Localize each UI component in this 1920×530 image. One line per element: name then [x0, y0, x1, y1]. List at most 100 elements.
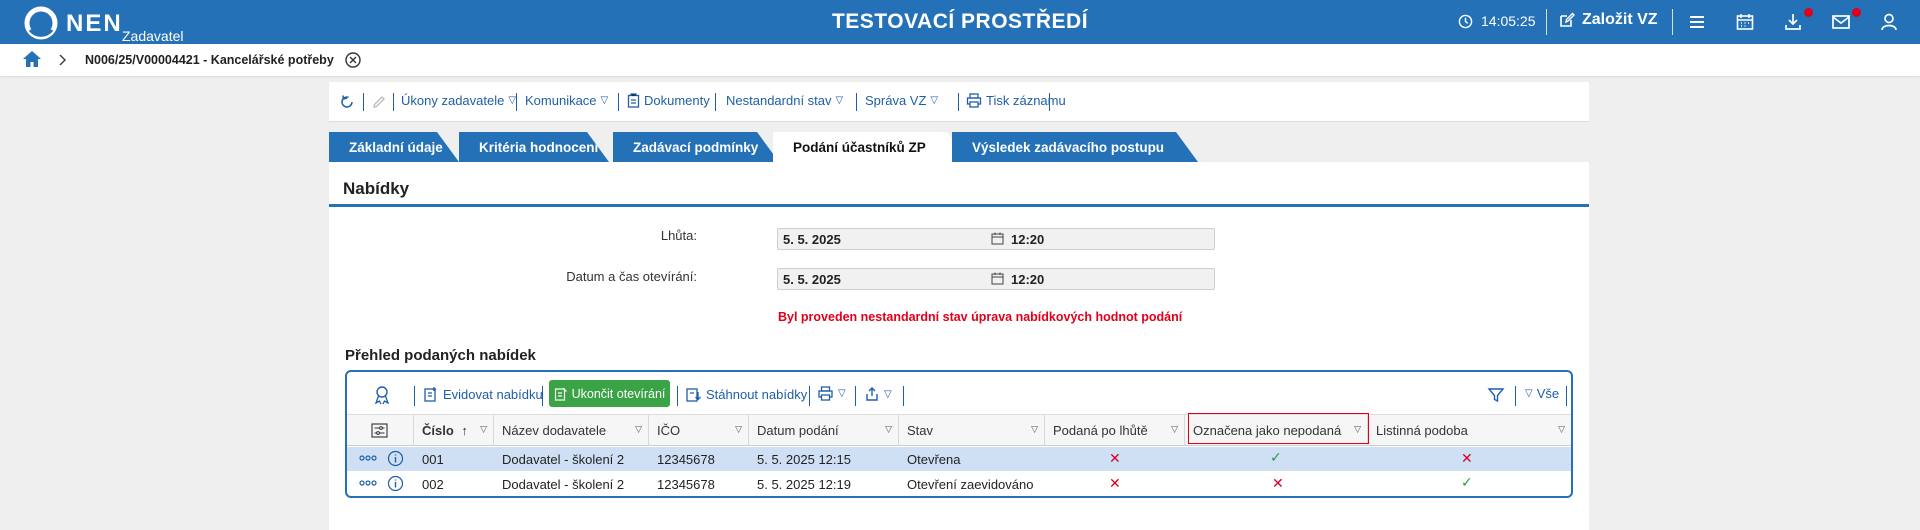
divider	[677, 386, 678, 406]
column-header-listinna[interactable]: Listinná podoba ▽	[1368, 415, 1571, 446]
stav-header-label: Stav	[907, 423, 934, 438]
download-notification-dot	[1804, 8, 1813, 17]
triangle-down-icon: ▽	[508, 95, 517, 106]
divider	[809, 386, 810, 406]
triangle-down-icon: ▽	[838, 388, 846, 399]
divider	[1515, 386, 1516, 406]
user-icon[interactable]	[1878, 11, 1900, 33]
evidovat-label: Evidovat nabídku	[443, 386, 543, 402]
lhuta-label: Lhůta:	[660, 228, 697, 243]
column-filter-icon[interactable]: ▽	[1171, 424, 1178, 435]
column-header-cislo[interactable]: Číslo ↑ ▽	[414, 415, 494, 446]
mail-icon[interactable]	[1830, 11, 1852, 33]
filter-icon[interactable]	[1487, 386, 1505, 404]
tab-vysledek[interactable]: Výsledek zadávacího postupu	[952, 132, 1198, 162]
komunikace-label: Komunikace	[525, 93, 597, 108]
tab-strip: Základní údaje Kritéria hodnocení Zadáva…	[329, 132, 1229, 162]
tisk-label: Tisk záznamu	[986, 93, 1066, 108]
nestandardni-stav-menu[interactable]: Nestandardní stav ▽	[726, 93, 843, 108]
column-settings[interactable]	[347, 415, 414, 446]
column-header-stav[interactable]: Stav ▽	[899, 415, 1045, 446]
nazev-header-label: Název dodavatele	[502, 423, 607, 438]
komunikace-menu[interactable]: Komunikace ▽	[525, 93, 608, 108]
view-all-menu[interactable]: ▽ Vše	[1525, 386, 1559, 401]
column-filter-icon[interactable]: ▽	[1354, 424, 1361, 435]
divider	[1672, 9, 1673, 35]
sprava-vz-menu[interactable]: Správa VZ ▽	[865, 93, 938, 108]
triangle-down-icon: ▽	[600, 95, 609, 106]
dokumenty-button[interactable]: Dokumenty	[627, 93, 710, 108]
tab-podani-ucastniku[interactable]: Podání účastníků ZP	[773, 132, 969, 162]
table-header: Číslo ↑ ▽ Název dodavatele ▽ IČO ▽ Datum…	[347, 414, 1571, 446]
column-header-nepodana[interactable]: Označena jako nepodaná ▽	[1185, 415, 1368, 446]
cell-nazev: Dodavatel - školení 2	[502, 477, 625, 492]
column-filter-icon[interactable]: ▽	[1031, 424, 1038, 435]
logo-subtitle: Zadavatel	[122, 28, 184, 44]
info-icon[interactable]	[387, 475, 404, 495]
column-filter-icon[interactable]: ▽	[735, 424, 742, 435]
close-icon[interactable]	[344, 51, 362, 69]
cross-icon: ✕	[1461, 450, 1473, 466]
stahnout-nabidky-button[interactable]: Stáhnout nabídky	[685, 386, 807, 402]
nepodana-header-label: Označena jako nepodaná	[1193, 423, 1342, 438]
session-clock: 14:05:25	[1458, 13, 1536, 29]
ukony-zadavatele-menu[interactable]: Úkony zadavatele ▽	[401, 93, 516, 108]
divider	[855, 386, 856, 406]
sort-ascending-icon: ↑	[461, 423, 468, 438]
triangle-down-icon: ▽	[930, 95, 939, 106]
triangle-down-icon: ▽	[835, 95, 844, 106]
cross-icon: ✕	[1109, 450, 1121, 466]
download-icon[interactable]	[1782, 11, 1804, 33]
export-icon	[866, 387, 878, 401]
register-offer-icon	[424, 387, 436, 402]
menu-icon[interactable]	[1686, 11, 1708, 33]
download-offers-icon	[686, 388, 701, 402]
tab-zadavaci-podminky[interactable]: Zadávací podmínky	[613, 132, 779, 162]
tab-zakladni-udaje[interactable]: Základní údaje	[329, 132, 459, 162]
row-menu-icon[interactable]	[359, 450, 377, 465]
column-filter-icon[interactable]: ▽	[480, 424, 487, 435]
info-icon[interactable]	[387, 450, 404, 470]
column-header-po-lhute[interactable]: Podaná po lhůtě ▽	[1045, 415, 1185, 446]
print-menu-button[interactable]: ▽	[817, 386, 846, 401]
otevirani-field[interactable]: 5. 5. 2025 12:20	[777, 268, 1215, 290]
ukoncit-otevirani-button[interactable]: Ukončit otevírání	[549, 380, 670, 407]
nestandardni-label: Nestandardní stav	[726, 93, 832, 108]
calendar-icon[interactable]	[1734, 11, 1756, 33]
triangle-down-icon: ▽	[1525, 388, 1533, 399]
dokumenty-label: Dokumenty	[644, 93, 710, 108]
mail-notification-dot	[1852, 8, 1861, 17]
award-icon[interactable]	[373, 385, 391, 405]
export-menu-button[interactable]: ▽	[864, 386, 892, 402]
lhuta-field[interactable]: 5. 5. 2025 12:20	[777, 228, 1215, 250]
vse-label: Vše	[1536, 386, 1560, 401]
title-underline	[329, 204, 1589, 207]
cislo-header-label: Číslo	[422, 423, 454, 438]
evidovat-nabidku-button[interactable]: Evidovat nabídku	[423, 386, 543, 402]
divider	[715, 93, 716, 111]
cell-datum: 5. 5. 2025 12:19	[757, 477, 851, 492]
home-icon[interactable]	[22, 50, 42, 68]
column-filter-icon[interactable]: ▽	[885, 424, 892, 435]
tab-kriteria-hodnoceni[interactable]: Kritéria hodnocení	[459, 132, 609, 162]
ukoncit-label: Ukončit otevírání	[571, 386, 666, 401]
refresh-icon[interactable]	[339, 94, 355, 110]
table-row[interactable]: 002 Dodavatel - školení 2 12345678 5. 5.…	[347, 472, 1571, 496]
column-header-nazev[interactable]: Název dodavatele ▽	[494, 415, 649, 446]
breadcrumb-current[interactable]: N006/25/V00004421 - Kancelářské potřeby	[85, 53, 334, 67]
divider	[856, 93, 857, 111]
column-header-ico[interactable]: IČO ▽	[649, 415, 749, 446]
top-bar: NEN Zadavatel TESTOVACÍ PROSTŘEDÍ 14:05:…	[0, 0, 1920, 44]
clock-time: 14:05:25	[1481, 13, 1536, 29]
column-filter-icon[interactable]: ▽	[1558, 424, 1565, 435]
triangle-down-icon: ▽	[884, 388, 892, 400]
column-filter-icon[interactable]: ▽	[635, 424, 642, 435]
tisk-zaznamu-button[interactable]: Tisk záznamu	[966, 93, 1066, 108]
table-row[interactable]: 001 Dodavatel - školení 2 12345678 5. 5.…	[347, 447, 1571, 471]
row-menu-icon[interactable]	[359, 475, 377, 490]
column-header-datum[interactable]: Datum podání ▽	[749, 415, 899, 446]
po-lhute-header-label: Podaná po lhůtě	[1053, 423, 1148, 438]
chevron-right-icon	[59, 54, 67, 66]
create-vz-button[interactable]: Založit VZ	[1558, 11, 1658, 29]
cross-icon: ✕	[1109, 475, 1121, 491]
